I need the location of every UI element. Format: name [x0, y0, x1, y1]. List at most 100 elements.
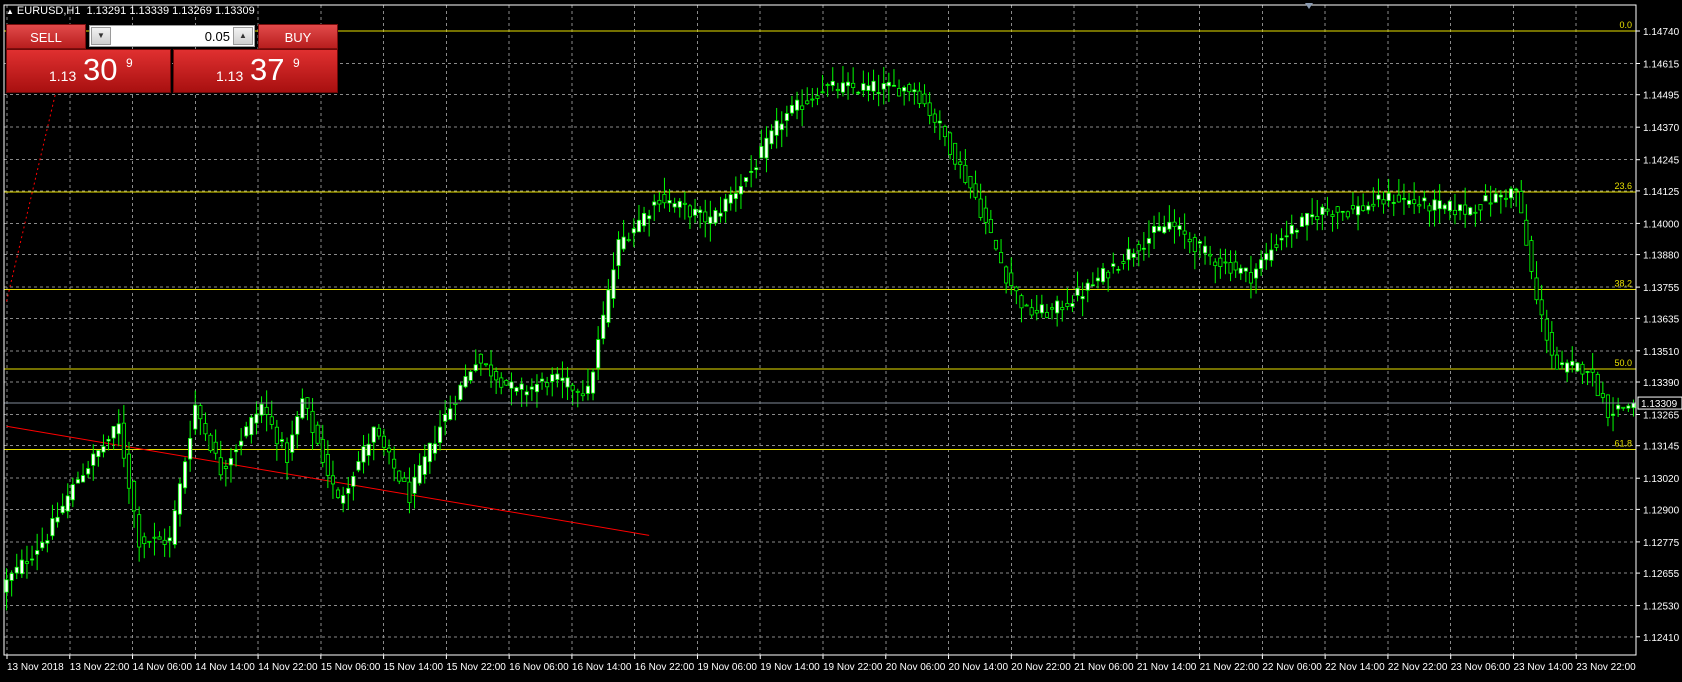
candle-body	[392, 458, 397, 469]
candle-body	[1345, 211, 1350, 218]
candle-body	[19, 559, 24, 575]
lot-size-stepper[interactable]: ▼ ▲	[89, 25, 255, 47]
candle	[642, 206, 647, 232]
candle	[478, 353, 483, 376]
candle-body	[545, 382, 550, 388]
chart-shift-triangle-icon[interactable]	[1305, 3, 1313, 9]
candle	[1157, 212, 1162, 232]
candle	[295, 411, 300, 449]
candle	[1238, 264, 1243, 280]
x-tick-label: 19 Nov 22:00	[823, 662, 883, 673]
candle	[1422, 190, 1427, 209]
candle-body	[116, 423, 121, 435]
candle-body	[157, 536, 162, 540]
candle	[336, 487, 341, 500]
candle	[1208, 245, 1213, 266]
lot-size-input[interactable]	[114, 27, 232, 45]
candle	[96, 450, 101, 467]
candle	[407, 467, 412, 514]
chart-window[interactable]: 0.0 23.6 38.2 50.0 61.8 1.14740 1.14615 1.1449…	[0, 0, 1682, 682]
candle-body	[96, 450, 101, 458]
lot-decrease-button[interactable]: ▼	[91, 27, 111, 45]
candle	[1361, 193, 1366, 212]
candle-body	[1014, 286, 1019, 292]
buy-button[interactable]: BUY	[258, 24, 338, 49]
candle-body	[1136, 244, 1141, 252]
candle	[657, 192, 662, 213]
candle-body	[1233, 261, 1238, 271]
candle-body	[902, 87, 907, 92]
candle-body	[1090, 284, 1095, 287]
candle-body	[1111, 263, 1116, 267]
candle-body	[473, 364, 478, 371]
candle-body	[1626, 405, 1631, 409]
candle-body	[912, 89, 917, 93]
candle-body	[1009, 272, 1014, 286]
candle	[453, 395, 458, 421]
candle-body	[172, 510, 177, 545]
candle	[1325, 196, 1330, 216]
y-tick-label: 1.12655	[1643, 569, 1680, 580]
price-chart[interactable]: 0.0 23.6 38.2 50.0 61.8 1.14740 1.14615 1.1449…	[0, 0, 1682, 682]
candle-body	[1422, 197, 1427, 202]
candle-body	[713, 210, 718, 224]
y-tick-label: 1.14245	[1643, 156, 1680, 167]
candle-body	[1452, 209, 1457, 216]
candle-body	[213, 441, 218, 454]
candle-body	[1396, 194, 1401, 203]
candle-body	[1203, 245, 1208, 254]
candle-body	[1060, 307, 1065, 311]
candle-body	[1386, 192, 1391, 201]
candle-body	[147, 540, 152, 543]
candle-body	[259, 403, 264, 416]
candle-body	[1611, 413, 1616, 416]
x-tick-label: 22 Nov 06:00	[1262, 662, 1322, 673]
x-tick-label: 20 Nov 14:00	[949, 662, 1009, 673]
candle-body	[208, 434, 213, 452]
candle	[376, 424, 381, 440]
candle	[1116, 266, 1121, 274]
sell-price-prefix: 1.13	[49, 68, 77, 84]
candle-body	[86, 468, 91, 475]
candle-body	[611, 269, 616, 299]
candle	[152, 522, 157, 556]
candle-body	[570, 384, 575, 391]
candle	[1386, 178, 1391, 208]
collapse-triangle-icon[interactable]: ▲	[6, 7, 14, 16]
candle	[723, 193, 728, 223]
x-tick-label: 23 Nov 14:00	[1513, 662, 1573, 673]
candle	[1039, 294, 1044, 318]
candle-body	[1631, 402, 1636, 409]
x-tick-label: 19 Nov 14:00	[760, 662, 820, 673]
candle-body	[1218, 257, 1223, 267]
buy-price-pips: 37	[250, 52, 285, 87]
fib-level-label: 0.0	[1619, 20, 1632, 30]
chevron-up-icon: ▲	[239, 31, 247, 40]
candle-body	[876, 92, 881, 94]
buy-price-button[interactable]: 1.13 37 9	[173, 49, 338, 93]
candle-body	[478, 353, 483, 364]
candle	[514, 386, 519, 396]
candle-body	[999, 252, 1004, 264]
sell-price-button[interactable]: 1.13 30 9	[6, 49, 171, 93]
candle-body	[677, 200, 682, 208]
candle-body	[1463, 204, 1468, 215]
candle-body	[290, 434, 295, 453]
ohlc-readout: 1.13291 1.13339 1.13269 1.13309	[86, 5, 255, 17]
sell-button[interactable]: SELL	[6, 24, 86, 49]
candle-body	[126, 453, 131, 489]
candle-body	[4, 579, 9, 593]
candle-body	[1259, 259, 1264, 269]
candle-body	[1310, 214, 1315, 218]
candle-body	[489, 364, 494, 377]
candle	[912, 82, 917, 105]
fib-level-label: 23.6	[1614, 181, 1632, 191]
candle-body	[417, 465, 422, 484]
candle	[239, 427, 244, 456]
x-tick-label: 16 Nov 22:00	[635, 662, 695, 673]
candle	[744, 177, 749, 188]
lot-increase-button[interactable]: ▲	[233, 27, 253, 45]
candle-body	[14, 566, 19, 574]
candle	[1463, 187, 1468, 228]
candle	[75, 471, 80, 484]
